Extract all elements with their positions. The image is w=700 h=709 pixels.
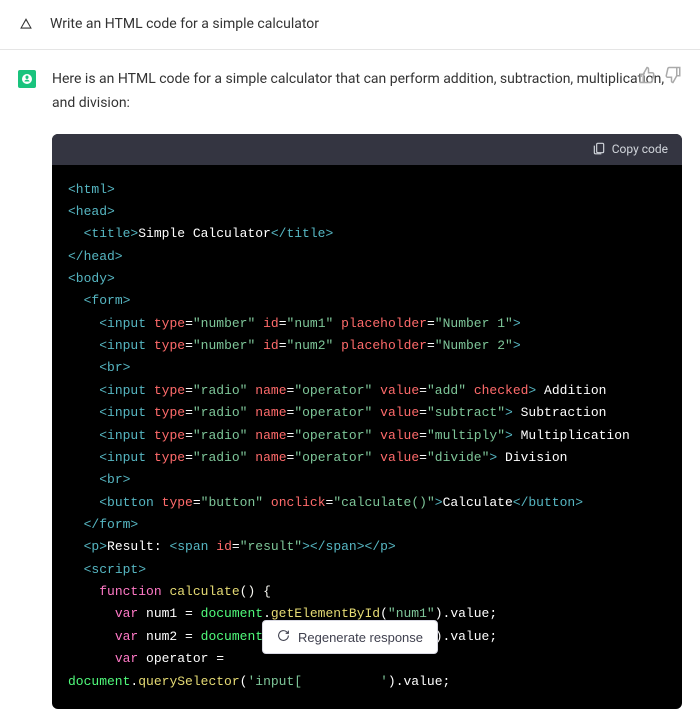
- user-avatar-icon: [18, 16, 34, 32]
- assistant-content: Here is an HTML code for a simple calcul…: [52, 68, 682, 709]
- assistant-avatar-icon: [18, 70, 36, 88]
- assistant-intro-text: Here is an HTML code for a simple calcul…: [52, 68, 682, 116]
- thumbs-up-button[interactable]: [638, 66, 656, 84]
- user-message-row: Write an HTML code for a simple calculat…: [0, 0, 700, 50]
- regenerate-label: Regenerate response: [298, 630, 423, 645]
- clipboard-icon: [592, 141, 606, 158]
- copy-code-button[interactable]: Copy code: [52, 134, 682, 165]
- refresh-icon: [277, 629, 290, 645]
- regenerate-button[interactable]: Regenerate response: [262, 620, 438, 654]
- assistant-message-row: Here is an HTML code for a simple calcul…: [0, 50, 700, 709]
- user-prompt-text: Write an HTML code for a simple calculat…: [50, 14, 319, 35]
- copy-code-label: Copy code: [612, 142, 668, 156]
- regenerate-wrapper: Regenerate response: [262, 620, 438, 654]
- thumbs-down-button[interactable]: [664, 66, 682, 84]
- feedback-controls: [638, 66, 682, 84]
